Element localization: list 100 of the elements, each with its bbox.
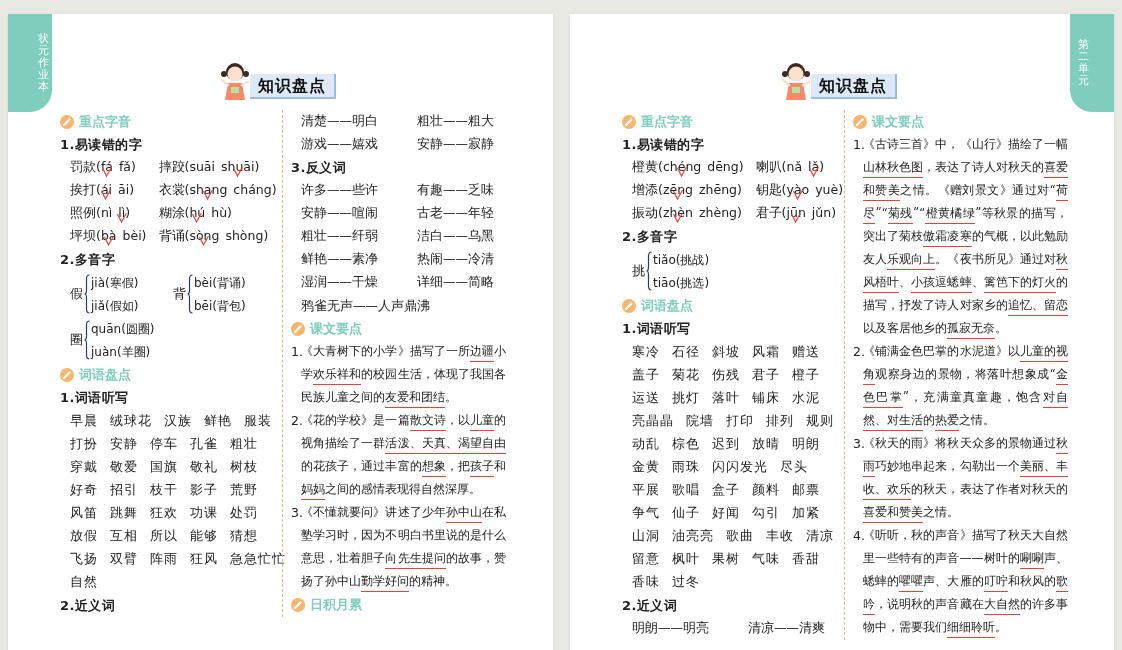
- bracket-text: ): [819, 158, 825, 177]
- pinyin-text: zhèn: [662, 205, 693, 221]
- word-text: 摔跤(: [158, 158, 190, 177]
- word-text: 急急忙忙: [230, 550, 286, 569]
- word-text: 服装: [244, 411, 272, 430]
- word-text: 早晨: [70, 411, 98, 430]
- word-text: 落叶: [712, 388, 740, 407]
- bracket-text: ): [263, 227, 269, 246]
- character-text: 圈: [70, 331, 83, 350]
- word-pair: 有趣——乏味: [417, 181, 494, 200]
- word-text: 狂欢: [150, 503, 178, 522]
- word-text: 明朗: [792, 434, 820, 453]
- pinyin-text: sòng: [189, 228, 220, 244]
- word-text: 打扮: [70, 434, 98, 453]
- word-text: 金黄: [632, 457, 660, 476]
- subheading: 1.易读错的字: [60, 135, 143, 154]
- section-heading: 词语盘点: [641, 297, 693, 316]
- word-text: 衣裳(: [158, 181, 190, 200]
- word-text: 铺床: [752, 388, 780, 407]
- word-text: 石径: [672, 342, 700, 361]
- word-text: 橙子: [792, 365, 820, 384]
- bracket-text: ): [737, 204, 742, 223]
- bracket-text: ): [141, 227, 147, 246]
- list-number: 3.: [291, 504, 301, 523]
- pinyin-text: yào: [786, 182, 810, 198]
- pinyin-text: zhēng: [699, 182, 738, 198]
- word-text: 安静: [110, 434, 138, 453]
- pinyin-text: hú: [189, 205, 206, 221]
- subheading: 3.反义词: [291, 158, 347, 177]
- word-pair: 游戏——嬉戏: [301, 135, 378, 154]
- word-text: 敬礼: [190, 457, 218, 476]
- word-text: 处罚: [230, 503, 258, 522]
- pinyin-text: nǎ: [786, 159, 803, 175]
- word-text: 果树: [712, 550, 740, 569]
- word-text: 油亮亮: [672, 527, 714, 545]
- pinyin-text: ái: [100, 182, 113, 198]
- word-pair: 安静——寂静: [417, 135, 494, 154]
- section-heading: 重点字音: [79, 112, 131, 131]
- word-text: 迟到: [712, 434, 740, 453]
- list-number: 2.: [291, 412, 301, 431]
- pencil-icon: [291, 321, 305, 336]
- word-text: 背诵(: [158, 227, 190, 246]
- bracket-text: ): [125, 204, 131, 223]
- reading-text: jiǎ(假如): [91, 297, 139, 315]
- word-text: 功课: [190, 503, 218, 522]
- pinyin-text: hù: [211, 205, 228, 221]
- word-text: 闪闪发光: [712, 457, 768, 476]
- word-text: 君子: [752, 365, 780, 384]
- word-text: 气味: [752, 550, 780, 569]
- word-text: 过冬: [672, 573, 700, 592]
- section-heading: 课文要点: [310, 320, 362, 339]
- word-text: 菊花: [672, 365, 700, 384]
- word-pair: 安静——喧闹: [301, 204, 378, 223]
- reading-text: bēi(背包): [194, 297, 246, 315]
- pinyin-text: bèi: [122, 228, 142, 244]
- word-pair: 明朗——明亮: [632, 619, 709, 638]
- word-text: 规则: [806, 411, 834, 430]
- word-text: 水泥: [792, 388, 820, 407]
- word-text: 飞扬: [70, 550, 98, 569]
- word-text: 歌唱: [672, 480, 700, 499]
- word-text: 敬爱: [110, 457, 138, 476]
- pencil-icon: [622, 114, 636, 129]
- tab-label: 状元作业本: [38, 32, 49, 94]
- paragraph: 《花的学校》是一篇散文诗，以儿童的视角描绘了一群活泼、天真、渴望自由 的花孩子，通过丰富的想象，把孩子和 妈妈之间的感情表现得自然深厚。: [301, 409, 506, 502]
- reading-text: bèi(背诵): [194, 274, 246, 292]
- word-text: 振动(: [632, 204, 663, 223]
- bracket-text: ): [738, 158, 744, 177]
- word-text: 狂风: [190, 550, 218, 569]
- word-text: 猜想: [230, 527, 258, 545]
- word-text: 亮晶晶: [632, 411, 674, 430]
- pinyin-text: jūn: [786, 205, 806, 221]
- word-pair: 清楚——明白: [301, 112, 378, 131]
- pinyin-text: yuè: [815, 182, 839, 198]
- word-text: 放假: [70, 527, 98, 545]
- pencil-icon: [622, 298, 636, 313]
- bracket-text: ): [131, 158, 136, 177]
- subheading: 1.词语听写: [622, 320, 691, 339]
- brace-icon: [646, 251, 652, 292]
- pencil-icon: [60, 114, 74, 129]
- list-number: 1.: [853, 136, 863, 155]
- word-text: 运送: [632, 388, 660, 407]
- word-pair: 湿润——干燥: [301, 273, 378, 292]
- word-text: 邮票: [792, 480, 820, 499]
- word-text: 丰收: [766, 527, 794, 545]
- word-text: 穿戴: [70, 457, 98, 476]
- word-text: 争气: [632, 503, 660, 522]
- word-text: 伤残: [712, 365, 740, 384]
- word-text: 阵雨: [150, 550, 178, 569]
- word-text: 颜料: [752, 480, 780, 499]
- character-text: 挑: [632, 261, 645, 280]
- word-pair: 粗壮——粗大: [417, 112, 494, 131]
- word-text: 影子: [190, 480, 218, 499]
- word-text: 国旗: [150, 457, 178, 476]
- word-pair: 鸦雀无声——人声鼎沸: [301, 296, 430, 315]
- word-text: 寒冷: [632, 342, 660, 361]
- word-text: 糊涂(: [158, 204, 190, 223]
- word-text: 跳舞: [110, 503, 138, 522]
- reading-text: jià(寒假): [91, 274, 139, 292]
- word-text: 勾引: [752, 503, 780, 522]
- pinyin-text: lǎ: [808, 159, 820, 175]
